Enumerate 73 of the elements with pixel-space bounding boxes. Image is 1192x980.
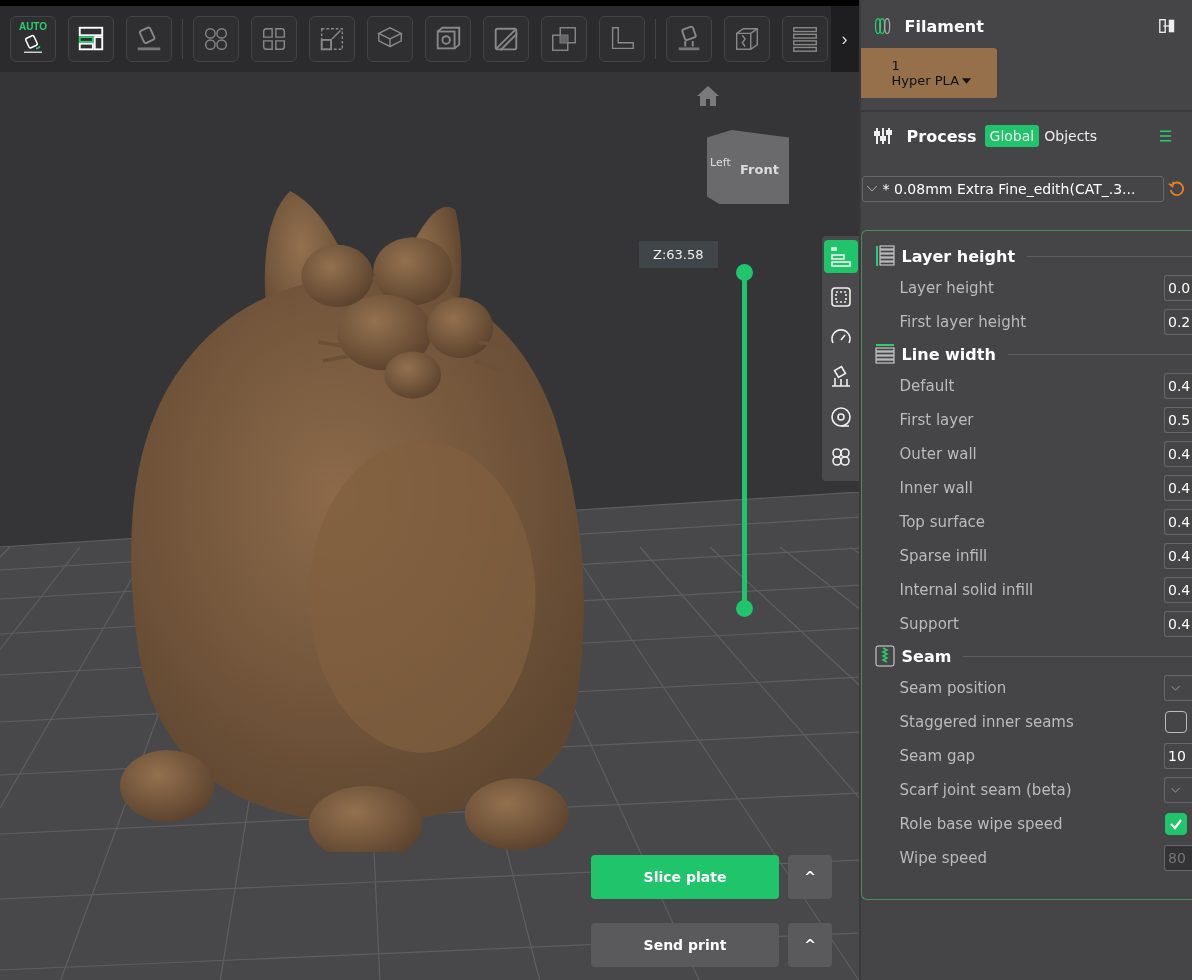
group-title: Line width: [901, 344, 996, 364]
preset-name: * 0.08mm Extra Fine_edith(CAT_.3...: [882, 181, 1136, 197]
filament-name: Hyper PLA: [891, 73, 960, 88]
sync-icon[interactable]: [1158, 17, 1176, 35]
scope-tab[interactable]: Objects: [1039, 125, 1103, 147]
chevron-down-icon: [866, 186, 877, 192]
frame-icon: [829, 284, 853, 309]
3d-viewport[interactable]: Left Front Z:63.58 Slice plate ^ Send print ^: [0, 72, 859, 980]
filament-spool-icon: [872, 16, 893, 36]
group-title: Seam: [901, 646, 952, 666]
value-field[interactable]: 0.4: [1164, 441, 1192, 467]
setting-label: Internal solid infill: [899, 581, 1034, 599]
layers-icon: [829, 244, 853, 269]
toolbar-button[interactable]: AUTO: [10, 16, 56, 62]
setting-label: Layer height: [899, 279, 994, 297]
filament-slot[interactable]: 1 Hyper PLA: [860, 48, 997, 98]
value-field[interactable]: 0.0: [1164, 275, 1192, 301]
setting-label: Wipe speed: [899, 849, 988, 867]
toolbar-button[interactable]: [68, 16, 114, 62]
chevron-down-icon: [1171, 787, 1180, 793]
setting-label: Scarf joint seam (beta): [899, 781, 1072, 799]
section-title: Filament: [904, 16, 984, 36]
home-icon[interactable]: [695, 84, 721, 108]
setting-label: First layer: [899, 411, 974, 429]
value-field[interactable]: 0.2: [1164, 309, 1192, 335]
setting-label: Sparse infill: [899, 547, 988, 565]
setting-label: Seam gap: [899, 747, 976, 765]
slot-number: 1: [891, 58, 901, 73]
section-icon: [873, 645, 896, 667]
setting-label: Default: [899, 377, 955, 395]
setting-label: Inner wall: [899, 479, 973, 497]
support-icon: [829, 364, 853, 389]
value-field[interactable]: 10: [1164, 743, 1192, 769]
tilted-box-icon: [21, 32, 45, 56]
action-button[interactable]: Send print: [591, 923, 779, 967]
action-menu-button[interactable]: ^: [788, 855, 832, 899]
setting-label: Support: [899, 615, 959, 633]
setting-label: Seam position: [899, 679, 1007, 697]
setting-label: Staggered inner seams: [899, 713, 1074, 731]
setting-label: Role base wipe speed: [899, 815, 1063, 833]
chevron-down-icon: [1171, 685, 1180, 691]
value-field[interactable]: 0.5: [1164, 407, 1192, 433]
preset-dropdown[interactable]: * 0.08mm Extra Fine_edith(CAT_.3...: [861, 176, 1164, 202]
section-icon: [873, 343, 896, 365]
checkbox[interactable]: [1165, 813, 1187, 835]
dropdown-field[interactable]: [1164, 777, 1192, 803]
setting-label: Top surface: [899, 513, 986, 531]
sliders-icon: [872, 126, 893, 146]
action-menu-button[interactable]: ^: [788, 923, 832, 967]
value-field[interactable]: 0.4: [1164, 611, 1192, 637]
target-icon: [829, 404, 853, 429]
layers-icon: [790, 24, 820, 54]
cube-face-label[interactable]: Left: [710, 156, 731, 169]
checkbox[interactable]: [1165, 711, 1187, 733]
section-title: Process: [906, 126, 977, 146]
reset-icon[interactable]: [1167, 180, 1186, 198]
expand-toolbar-button[interactable]: ›: [830, 6, 859, 72]
setting-label: Outer wall: [899, 445, 977, 463]
value-field[interactable]: 0.4: [1164, 543, 1192, 569]
value-field[interactable]: 0.4: [1164, 509, 1192, 535]
layer-height-label: Z:63.58: [639, 241, 718, 268]
section-icon: [873, 245, 896, 267]
dropdown-field[interactable]: [1164, 675, 1192, 701]
group-title: Layer height: [901, 246, 1016, 266]
value-field[interactable]: 0.4: [1164, 373, 1192, 399]
value-field[interactable]: 0.4: [1164, 577, 1192, 603]
overlapping-squares-icon: [549, 24, 579, 54]
navigation-cube[interactable]: Left Front: [707, 130, 789, 204]
slider-handle[interactable]: [736, 264, 753, 281]
cube-face-label[interactable]: Front: [740, 162, 779, 177]
caret-icon: [962, 77, 972, 84]
value-field[interactable]: 0.4: [1164, 475, 1192, 501]
setting-label: First layer height: [899, 313, 1027, 331]
